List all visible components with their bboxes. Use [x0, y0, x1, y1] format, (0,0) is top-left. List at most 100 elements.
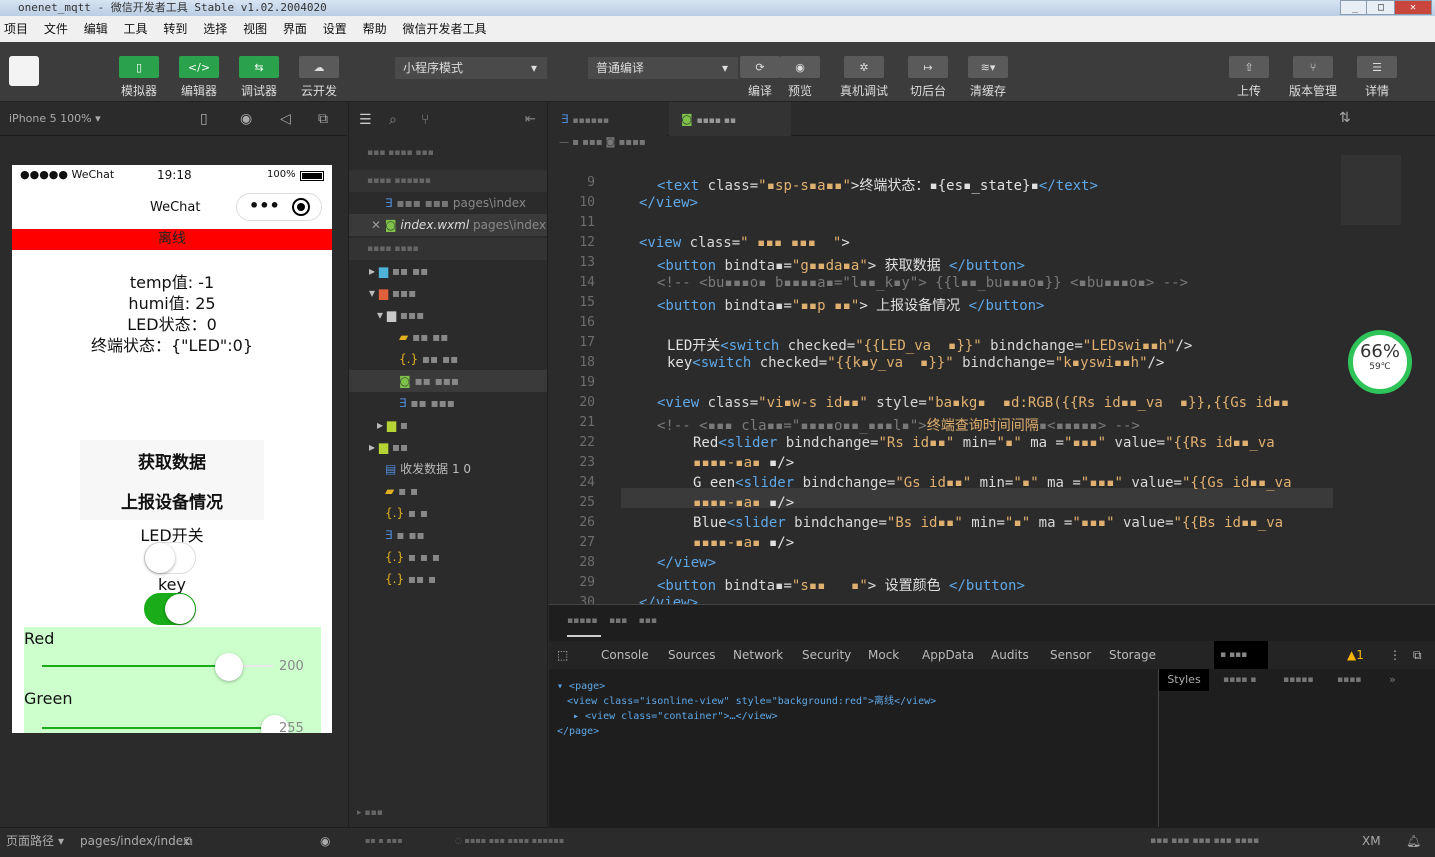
- dom-node[interactable]: <view class="isonline-view" style="backg…: [557, 694, 936, 709]
- close-button[interactable]: ✕: [1394, 0, 1432, 15]
- tree-file[interactable]: {.} ▪▪ ▪▪: [349, 348, 547, 370]
- menu-item[interactable]: 视图: [243, 22, 267, 36]
- branch-icon[interactable]: ⑂: [421, 112, 429, 128]
- maximize-button[interactable]: □: [1366, 0, 1396, 15]
- eye-icon[interactable]: ◉: [320, 828, 330, 854]
- dock-icon[interactable]: ⧉: [1413, 641, 1422, 669]
- mode-select[interactable]: 小程序模式 ▾: [395, 57, 547, 79]
- tab-component[interactable]: ▪▪▪▪▪: [1283, 669, 1314, 691]
- record-icon[interactable]: ◉: [240, 102, 252, 136]
- upload-button[interactable]: ⇧ 上传: [1229, 56, 1269, 99]
- tree-file[interactable]: {.} ▪▪ ▪: [349, 568, 547, 590]
- perf-badge[interactable]: 66% 59℃: [1348, 330, 1412, 394]
- section-header[interactable]: ▪▪▪▪ ▪▪▪▪▪▪: [349, 170, 547, 192]
- simulator-button[interactable]: ▯ 模拟器: [119, 56, 159, 99]
- background-button[interactable]: ↦ 切后台: [906, 56, 950, 99]
- tree-file[interactable]: {.} ▪ ▪ ▪: [349, 546, 547, 568]
- minimap[interactable]: [1341, 155, 1401, 225]
- warning-icon[interactable]: ▲1: [1347, 641, 1364, 669]
- open-editors-header[interactable]: ▪▪▪ ▪▪▪▪ ▪▪▪: [349, 142, 547, 164]
- tab-styles[interactable]: Styles: [1159, 669, 1209, 691]
- menu-item[interactable]: 微信开发者工具: [402, 22, 486, 36]
- details-button[interactable]: ☰ 详情: [1357, 56, 1397, 99]
- tab-sensor[interactable]: Sensor: [1050, 641, 1091, 669]
- tree-folder[interactable]: ▸ ▆ ▪▪ ▪▪: [349, 260, 547, 282]
- more-icon[interactable]: •••: [249, 196, 280, 215]
- menu-item[interactable]: 编辑: [84, 22, 108, 36]
- tree-folder[interactable]: ▸ ▆ ▪: [349, 414, 547, 436]
- page-path-label[interactable]: 页面路径: [6, 828, 54, 854]
- tab-dataset[interactable]: ▪▪▪▪ ▪: [1223, 669, 1256, 691]
- clear-cache-button[interactable]: ≋▾ 清缓存: [966, 56, 1010, 99]
- tab-sources[interactable]: Sources: [668, 641, 715, 669]
- project-header[interactable]: ▪▪▪▪ ▪▪▪▪: [349, 238, 547, 260]
- tree-file[interactable]: ∃ ▪▪ ▪▪▪: [349, 392, 547, 414]
- avatar[interactable]: [9, 56, 39, 86]
- close-circle-icon[interactable]: [292, 198, 310, 216]
- code-editor[interactable]: 9 10 11 12 13 14 15 16 17 18 19 20 21 22…: [549, 155, 1435, 611]
- more-icon[interactable]: ⋮: [1389, 641, 1401, 669]
- tree-file[interactable]: ▰ ▪ ▪: [349, 480, 547, 502]
- tab-data[interactable]: ▪▪▪▪: [1337, 669, 1361, 691]
- open-file-item[interactable]: ∃ ▪▪▪ ▪▪▪ pages\index: [349, 192, 547, 214]
- tab-network[interactable]: Network: [733, 641, 783, 669]
- tree-file[interactable]: ∃ ▪ ▪▪: [349, 524, 547, 546]
- dom-node[interactable]: ▾ <page>: [557, 679, 936, 694]
- window-icon[interactable]: ⧉: [318, 102, 328, 136]
- tree-file[interactable]: {.} ▪ ▪: [349, 502, 547, 524]
- green-slider-track[interactable]: [42, 727, 274, 729]
- tab-wxml-active[interactable]: ▪ ▪▪▪: [1214, 641, 1268, 669]
- bell-icon[interactable]: 🔔︎: [1406, 828, 1421, 854]
- report-button[interactable]: 上报设备情况: [80, 488, 264, 513]
- tree-folder[interactable]: ▸ ▆ ▪▪: [349, 436, 547, 458]
- volume-icon[interactable]: ◁: [280, 102, 291, 136]
- red-slider-track[interactable]: [42, 665, 228, 667]
- menu-item[interactable]: 转到: [163, 22, 187, 36]
- menu-item[interactable]: 设置: [323, 22, 347, 36]
- search-icon[interactable]: ⌕: [389, 112, 397, 128]
- tree-folder[interactable]: ▾ ▆ ▪▪▪: [349, 304, 547, 326]
- collapse-icon[interactable]: ⇤: [525, 112, 536, 127]
- compile-select[interactable]: 普通编译 ▾: [588, 57, 738, 79]
- menu-item[interactable]: 项目: [4, 22, 28, 36]
- dom-node[interactable]: </page>: [557, 724, 936, 739]
- sync-icon[interactable]: ⇅: [1339, 110, 1351, 126]
- tab-audits[interactable]: Audits: [991, 641, 1029, 669]
- tab-wxml[interactable]: ◙ ▪▪▪▪ ▪▪: [669, 102, 791, 136]
- tree-file[interactable]: ▰ ▪▪ ▪▪: [349, 326, 547, 348]
- device-select[interactable]: iPhone 5 100%: [9, 112, 92, 125]
- copy-icon[interactable]: ⧉: [184, 828, 193, 854]
- version-button[interactable]: ⑂ 版本管理: [1286, 56, 1340, 99]
- editor-button[interactable]: </> 编辑器: [179, 56, 219, 99]
- list-icon[interactable]: ☰: [359, 112, 372, 128]
- led-switch[interactable]: [144, 542, 196, 577]
- menu-item[interactable]: 选择: [203, 22, 227, 36]
- menu-item[interactable]: 文件: [44, 22, 68, 36]
- tab-mock[interactable]: Mock: [868, 641, 899, 669]
- tab-security[interactable]: Security: [802, 641, 851, 669]
- chevron-right-icon[interactable]: »: [1389, 669, 1396, 691]
- pane-divider[interactable]: [1158, 669, 1159, 828]
- tree-folder[interactable]: ▾ ▆ ▪▪▪: [349, 282, 547, 304]
- tab-storage[interactable]: Storage: [1109, 641, 1156, 669]
- preview-button[interactable]: ◉ 预览: [780, 56, 820, 99]
- realdebug-button[interactable]: ✲ 真机调试: [836, 56, 892, 99]
- dom-node[interactable]: ▸ <view class="container">…</view>: [557, 709, 936, 724]
- tree-file[interactable]: ▤ 收发数据 1 0: [349, 458, 547, 480]
- compile-button[interactable]: ⟳ 编译: [740, 56, 780, 99]
- inspect-icon[interactable]: ⬚: [557, 641, 568, 669]
- cloud-button[interactable]: ☁ 云开发: [299, 56, 339, 99]
- tab-console[interactable]: Console: [601, 641, 649, 669]
- menu-item[interactable]: 帮助: [363, 22, 387, 36]
- tab-css[interactable]: ∃ ▪▪▪▪▪▪: [549, 102, 667, 136]
- key-switch[interactable]: [144, 593, 196, 628]
- get-data-button[interactable]: 获取数据: [80, 448, 264, 473]
- tree-file-active[interactable]: ◙ ▪▪ ▪▪▪: [349, 370, 547, 392]
- phone-icon[interactable]: ▯: [200, 102, 208, 136]
- menu-item[interactable]: 界面: [283, 22, 307, 36]
- open-file-item-active[interactable]: ✕ ◙ index.wxml pages\index: [349, 214, 547, 236]
- menu-item[interactable]: 工具: [124, 22, 148, 36]
- debugger-button[interactable]: ⇆ 调试器: [239, 56, 279, 99]
- tab-appdata[interactable]: AppData: [922, 641, 974, 669]
- red-slider-handle[interactable]: [215, 653, 243, 681]
